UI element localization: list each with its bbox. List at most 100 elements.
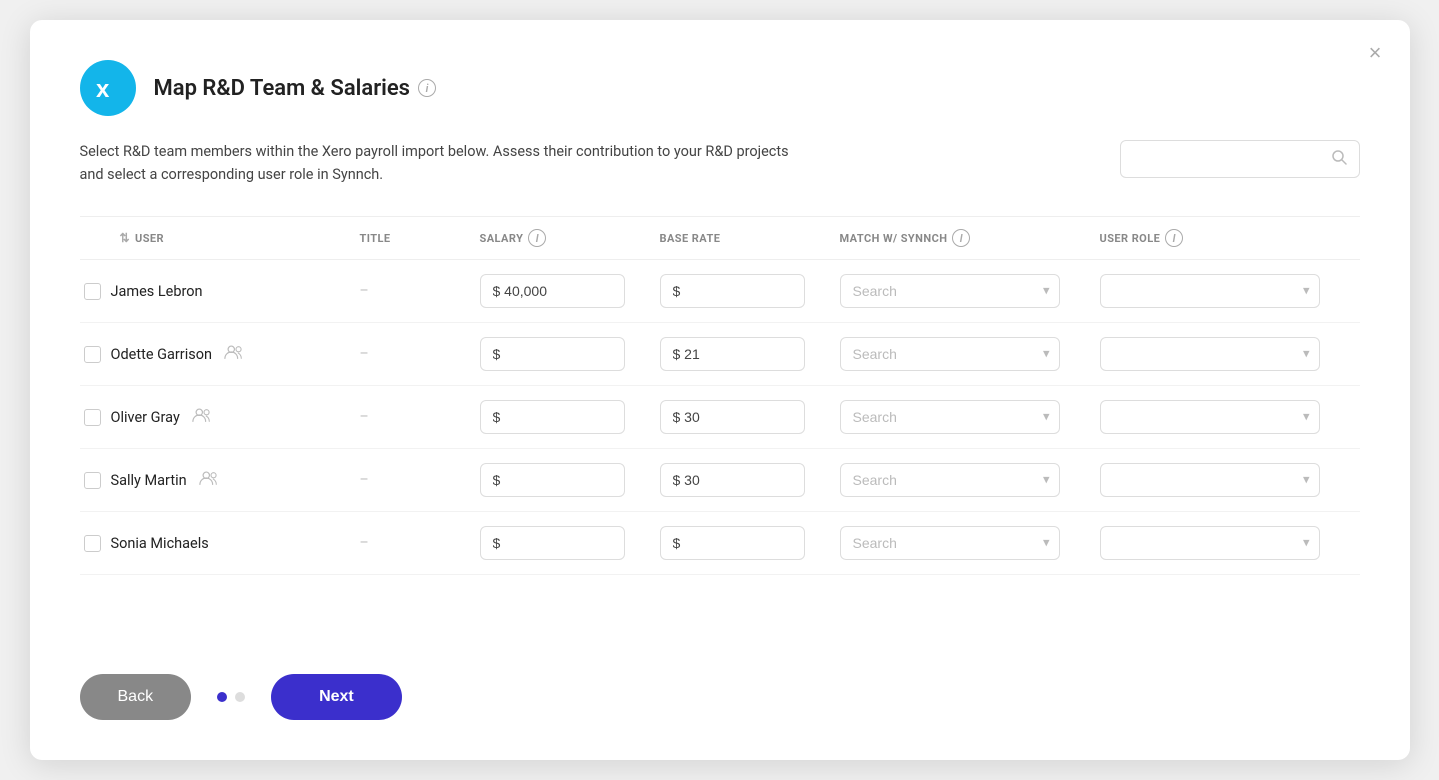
th-base-rate: BASE RATE <box>660 229 840 247</box>
table-container: ⇅ USER TITLE SALARY i BASE RATE MATCH W/… <box>80 216 1360 628</box>
user-group-icon-3 <box>192 407 212 427</box>
base-rate-cell-1 <box>660 274 840 308</box>
global-search-box[interactable] <box>1120 140 1360 178</box>
user-name-1: James Lebron <box>111 283 203 300</box>
user-name-4: Sally Martin <box>111 472 187 489</box>
salary-input-2[interactable] <box>480 337 625 371</box>
base-rate-input-2[interactable] <box>660 337 805 371</box>
user-role-cell-5: ▾ <box>1100 526 1360 560</box>
salary-input-4[interactable] <box>480 463 625 497</box>
match-cell-3: Search▾ <box>840 400 1100 434</box>
title-cell-2: – <box>360 346 480 362</box>
salary-cell-5 <box>480 526 660 560</box>
base-rate-input-3[interactable] <box>660 400 805 434</box>
salary-input-5[interactable] <box>480 526 625 560</box>
user-cell-5: Sonia Michaels <box>80 535 360 552</box>
user-role-dropdown-3[interactable] <box>1100 400 1320 434</box>
table-row: Sally Martin – Search▾ ▾ <box>80 449 1360 512</box>
role-dropdown-wrapper-4: ▾ <box>1100 463 1320 497</box>
user-role-dropdown-2[interactable] <box>1100 337 1320 371</box>
salary-cell-1 <box>480 274 660 308</box>
match-dropdown-wrapper-5: Search▾ <box>840 526 1060 560</box>
user-group-icon-2 <box>224 344 244 364</box>
match-search-dropdown-1[interactable]: Search <box>840 274 1060 308</box>
title-info-icon[interactable]: i <box>418 79 436 97</box>
match-dropdown-wrapper-1: Search▾ <box>840 274 1060 308</box>
next-button[interactable]: Next <box>271 674 402 720</box>
role-dropdown-wrapper-3: ▾ <box>1100 400 1320 434</box>
base-rate-input-1[interactable] <box>660 274 805 308</box>
title-cell-5: – <box>360 535 480 551</box>
header-row: x Map R&D Team & Salaries i <box>80 60 1360 116</box>
match-dropdown-wrapper-2: Search▾ <box>840 337 1060 371</box>
table-row: Oliver Gray – Search▾ ▾ <box>80 386 1360 449</box>
title-cell-1: – <box>360 283 480 299</box>
dot-1 <box>217 692 227 702</box>
user-cell-1: James Lebron <box>80 283 360 300</box>
user-role-cell-2: ▾ <box>1100 337 1360 371</box>
user-role-dropdown-5[interactable] <box>1100 526 1320 560</box>
checkbox-1[interactable] <box>84 283 101 300</box>
user-role-dropdown-1[interactable] <box>1100 274 1320 308</box>
sort-icon-user[interactable]: ⇅ <box>120 231 131 245</box>
salary-cell-3 <box>480 400 660 434</box>
user-role-info-icon[interactable]: i <box>1165 229 1183 247</box>
salary-input-3[interactable] <box>480 400 625 434</box>
role-dropdown-wrapper-1: ▾ <box>1100 274 1320 308</box>
base-rate-input-4[interactable] <box>660 463 805 497</box>
role-dropdown-wrapper-2: ▾ <box>1100 337 1320 371</box>
title-cell-3: – <box>360 409 480 425</box>
salary-input-1[interactable] <box>480 274 625 308</box>
th-match-synnch: MATCH W/ SYNNCH i <box>840 229 1100 247</box>
match-search-dropdown-3[interactable]: Search <box>840 400 1060 434</box>
match-cell-5: Search▾ <box>840 526 1100 560</box>
user-role-dropdown-4[interactable] <box>1100 463 1320 497</box>
th-user: ⇅ USER <box>80 229 360 247</box>
checkbox-4[interactable] <box>84 472 101 489</box>
match-dropdown-wrapper-3: Search▾ <box>840 400 1060 434</box>
user-name-5: Sonia Michaels <box>111 535 209 552</box>
pagination-dots <box>217 692 245 702</box>
salary-cell-2 <box>480 337 660 371</box>
user-role-cell-3: ▾ <box>1100 400 1360 434</box>
base-rate-cell-4 <box>660 463 840 497</box>
title-cell-4: – <box>360 472 480 488</box>
modal-container: × x Map R&D Team & Salaries i Select R&D… <box>30 20 1410 760</box>
user-cell-2: Odette Garrison <box>80 344 360 364</box>
match-search-dropdown-5[interactable]: Search <box>840 526 1060 560</box>
base-rate-cell-5 <box>660 526 840 560</box>
salary-info-icon[interactable]: i <box>528 229 546 247</box>
checkbox-2[interactable] <box>84 346 101 363</box>
table-header: ⇅ USER TITLE SALARY i BASE RATE MATCH W/… <box>80 217 1360 260</box>
base-rate-input-5[interactable] <box>660 526 805 560</box>
global-search-input[interactable] <box>1133 151 1323 167</box>
svg-text:x: x <box>96 76 110 103</box>
xero-logo: x <box>80 60 136 116</box>
search-icon <box>1331 149 1347 169</box>
close-button[interactable]: × <box>1369 42 1382 64</box>
match-cell-2: Search▾ <box>840 337 1100 371</box>
user-role-cell-1: ▾ <box>1100 274 1360 308</box>
page-title: Map R&D Team & Salaries i <box>154 76 437 101</box>
salary-cell-4 <box>480 463 660 497</box>
match-cell-1: Search▾ <box>840 274 1100 308</box>
user-cell-3: Oliver Gray <box>80 407 360 427</box>
user-name-2: Odette Garrison <box>111 346 213 363</box>
checkbox-5[interactable] <box>84 535 101 552</box>
match-search-dropdown-2[interactable]: Search <box>840 337 1060 371</box>
th-user-role: USER ROLE i <box>1100 229 1360 247</box>
checkbox-3[interactable] <box>84 409 101 426</box>
match-search-dropdown-4[interactable]: Search <box>840 463 1060 497</box>
match-dropdown-wrapper-4: Search▾ <box>840 463 1060 497</box>
role-dropdown-wrapper-5: ▾ <box>1100 526 1320 560</box>
user-role-cell-4: ▾ <box>1100 463 1360 497</box>
xero-logo-svg: x <box>91 71 125 105</box>
th-title: TITLE <box>360 229 480 247</box>
table-row: Odette Garrison – Search▾ ▾ <box>80 323 1360 386</box>
user-name-3: Oliver Gray <box>111 409 180 426</box>
table-body: James Lebron–Search▾▾Odette Garrison–Sea… <box>80 260 1360 575</box>
match-info-icon[interactable]: i <box>952 229 970 247</box>
page-description: Select R&D team members within the Xero … <box>80 140 800 186</box>
back-button[interactable]: Back <box>80 674 192 720</box>
table-row: James Lebron – Search▾ ▾ <box>80 260 1360 323</box>
